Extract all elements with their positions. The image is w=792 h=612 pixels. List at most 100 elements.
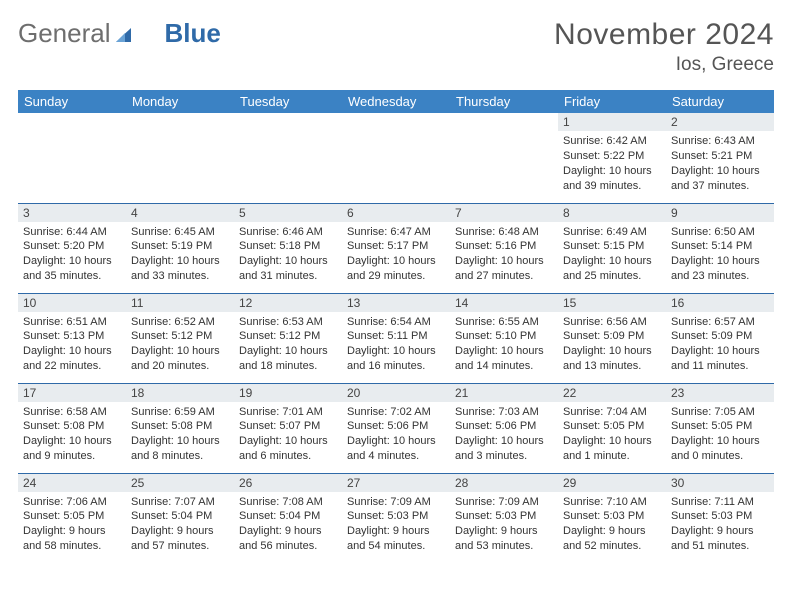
daylight-text: Daylight: 10 hours and 31 minutes. xyxy=(239,254,337,284)
sunrise-text: Sunrise: 6:50 AM xyxy=(671,225,769,240)
day-details: Sunrise: 6:43 AMSunset: 5:21 PMDaylight:… xyxy=(666,131,774,197)
sail-icon xyxy=(113,18,135,49)
day-number: 4 xyxy=(126,204,234,222)
day-number: 20 xyxy=(342,384,450,402)
day-details: Sunrise: 6:53 AMSunset: 5:12 PMDaylight:… xyxy=(234,312,342,378)
sunrise-text: Sunrise: 6:56 AM xyxy=(563,315,661,330)
brand-text-1: General xyxy=(18,18,111,49)
daylight-text: Daylight: 9 hours and 54 minutes. xyxy=(347,524,445,554)
sunset-text: Sunset: 5:09 PM xyxy=(563,329,661,344)
sunrise-text: Sunrise: 6:44 AM xyxy=(23,225,121,240)
daylight-text: Daylight: 9 hours and 58 minutes. xyxy=(23,524,121,554)
sunset-text: Sunset: 5:03 PM xyxy=(671,509,769,524)
day-details: Sunrise: 7:07 AMSunset: 5:04 PMDaylight:… xyxy=(126,492,234,558)
day-details: Sunrise: 7:06 AMSunset: 5:05 PMDaylight:… xyxy=(18,492,126,558)
daylight-text: Daylight: 10 hours and 35 minutes. xyxy=(23,254,121,284)
day-details: Sunrise: 6:54 AMSunset: 5:11 PMDaylight:… xyxy=(342,312,450,378)
calendar-day: 3Sunrise: 6:44 AMSunset: 5:20 PMDaylight… xyxy=(18,203,126,293)
sunset-text: Sunset: 5:05 PM xyxy=(23,509,121,524)
calendar-day: 2Sunrise: 6:43 AMSunset: 5:21 PMDaylight… xyxy=(666,113,774,203)
calendar-day: 27Sunrise: 7:09 AMSunset: 5:03 PMDayligh… xyxy=(342,473,450,563)
day-number: 11 xyxy=(126,294,234,312)
sunset-text: Sunset: 5:03 PM xyxy=(563,509,661,524)
sunrise-text: Sunrise: 7:10 AM xyxy=(563,495,661,510)
sunrise-text: Sunrise: 7:04 AM xyxy=(563,405,661,420)
day-details: Sunrise: 6:49 AMSunset: 5:15 PMDaylight:… xyxy=(558,222,666,288)
daylight-text: Daylight: 10 hours and 29 minutes. xyxy=(347,254,445,284)
sunset-text: Sunset: 5:17 PM xyxy=(347,239,445,254)
header: General Blue November 2024 Ios, Greece xyxy=(18,18,774,76)
weekday-header: Monday xyxy=(126,90,234,113)
sunrise-text: Sunrise: 6:52 AM xyxy=(131,315,229,330)
day-number: 5 xyxy=(234,204,342,222)
calendar-day: 5Sunrise: 6:46 AMSunset: 5:18 PMDaylight… xyxy=(234,203,342,293)
calendar-day: 24Sunrise: 7:06 AMSunset: 5:05 PMDayligh… xyxy=(18,473,126,563)
daylight-text: Daylight: 9 hours and 53 minutes. xyxy=(455,524,553,554)
sunset-text: Sunset: 5:14 PM xyxy=(671,239,769,254)
day-details: Sunrise: 7:05 AMSunset: 5:05 PMDaylight:… xyxy=(666,402,774,468)
daylight-text: Daylight: 10 hours and 39 minutes. xyxy=(563,164,661,194)
day-details: Sunrise: 6:57 AMSunset: 5:09 PMDaylight:… xyxy=(666,312,774,378)
calendar-day: .. xyxy=(234,113,342,203)
calendar-day: 11Sunrise: 6:52 AMSunset: 5:12 PMDayligh… xyxy=(126,293,234,383)
sunset-text: Sunset: 5:09 PM xyxy=(671,329,769,344)
calendar-day: 15Sunrise: 6:56 AMSunset: 5:09 PMDayligh… xyxy=(558,293,666,383)
sunset-text: Sunset: 5:06 PM xyxy=(347,419,445,434)
daylight-text: Daylight: 9 hours and 52 minutes. xyxy=(563,524,661,554)
sunrise-text: Sunrise: 7:02 AM xyxy=(347,405,445,420)
sunrise-text: Sunrise: 7:11 AM xyxy=(671,495,769,510)
day-details: Sunrise: 6:59 AMSunset: 5:08 PMDaylight:… xyxy=(126,402,234,468)
sunset-text: Sunset: 5:15 PM xyxy=(563,239,661,254)
day-number: 10 xyxy=(18,294,126,312)
day-details: Sunrise: 6:45 AMSunset: 5:19 PMDaylight:… xyxy=(126,222,234,288)
day-number: 24 xyxy=(18,474,126,492)
sunrise-text: Sunrise: 7:08 AM xyxy=(239,495,337,510)
sunrise-text: Sunrise: 6:42 AM xyxy=(563,134,661,149)
day-number: 21 xyxy=(450,384,558,402)
daylight-text: Daylight: 10 hours and 9 minutes. xyxy=(23,434,121,464)
sunset-text: Sunset: 5:08 PM xyxy=(23,419,121,434)
sunset-text: Sunset: 5:03 PM xyxy=(347,509,445,524)
sunrise-text: Sunrise: 6:57 AM xyxy=(671,315,769,330)
day-details: Sunrise: 7:03 AMSunset: 5:06 PMDaylight:… xyxy=(450,402,558,468)
sunrise-text: Sunrise: 7:07 AM xyxy=(131,495,229,510)
sunrise-text: Sunrise: 6:59 AM xyxy=(131,405,229,420)
daylight-text: Daylight: 10 hours and 11 minutes. xyxy=(671,344,769,374)
calendar-week: 24Sunrise: 7:06 AMSunset: 5:05 PMDayligh… xyxy=(18,473,774,563)
sunset-text: Sunset: 5:19 PM xyxy=(131,239,229,254)
daylight-text: Daylight: 10 hours and 33 minutes. xyxy=(131,254,229,284)
day-number: 3 xyxy=(18,204,126,222)
day-number: 14 xyxy=(450,294,558,312)
sunset-text: Sunset: 5:11 PM xyxy=(347,329,445,344)
daylight-text: Daylight: 10 hours and 20 minutes. xyxy=(131,344,229,374)
daylight-text: Daylight: 10 hours and 6 minutes. xyxy=(239,434,337,464)
day-details: Sunrise: 6:48 AMSunset: 5:16 PMDaylight:… xyxy=(450,222,558,288)
daylight-text: Daylight: 9 hours and 56 minutes. xyxy=(239,524,337,554)
daylight-text: Daylight: 10 hours and 25 minutes. xyxy=(563,254,661,284)
calendar-day: 22Sunrise: 7:04 AMSunset: 5:05 PMDayligh… xyxy=(558,383,666,473)
calendar-day: 28Sunrise: 7:09 AMSunset: 5:03 PMDayligh… xyxy=(450,473,558,563)
calendar-day: 25Sunrise: 7:07 AMSunset: 5:04 PMDayligh… xyxy=(126,473,234,563)
sunrise-text: Sunrise: 6:53 AM xyxy=(239,315,337,330)
day-number: 30 xyxy=(666,474,774,492)
day-details: Sunrise: 7:11 AMSunset: 5:03 PMDaylight:… xyxy=(666,492,774,558)
sunrise-text: Sunrise: 7:09 AM xyxy=(347,495,445,510)
calendar-day: 8Sunrise: 6:49 AMSunset: 5:15 PMDaylight… xyxy=(558,203,666,293)
sunset-text: Sunset: 5:05 PM xyxy=(563,419,661,434)
daylight-text: Daylight: 10 hours and 13 minutes. xyxy=(563,344,661,374)
sunset-text: Sunset: 5:16 PM xyxy=(455,239,553,254)
sunset-text: Sunset: 5:04 PM xyxy=(131,509,229,524)
day-details: Sunrise: 6:47 AMSunset: 5:17 PMDaylight:… xyxy=(342,222,450,288)
day-number: 12 xyxy=(234,294,342,312)
daylight-text: Daylight: 10 hours and 16 minutes. xyxy=(347,344,445,374)
daylight-text: Daylight: 10 hours and 4 minutes. xyxy=(347,434,445,464)
weekday-header: Friday xyxy=(558,90,666,113)
calendar-day: 6Sunrise: 6:47 AMSunset: 5:17 PMDaylight… xyxy=(342,203,450,293)
day-details: Sunrise: 7:09 AMSunset: 5:03 PMDaylight:… xyxy=(450,492,558,558)
sunrise-text: Sunrise: 7:01 AM xyxy=(239,405,337,420)
day-number: 9 xyxy=(666,204,774,222)
sunset-text: Sunset: 5:03 PM xyxy=(455,509,553,524)
calendar-day: 17Sunrise: 6:58 AMSunset: 5:08 PMDayligh… xyxy=(18,383,126,473)
sunset-text: Sunset: 5:08 PM xyxy=(131,419,229,434)
day-number: 23 xyxy=(666,384,774,402)
